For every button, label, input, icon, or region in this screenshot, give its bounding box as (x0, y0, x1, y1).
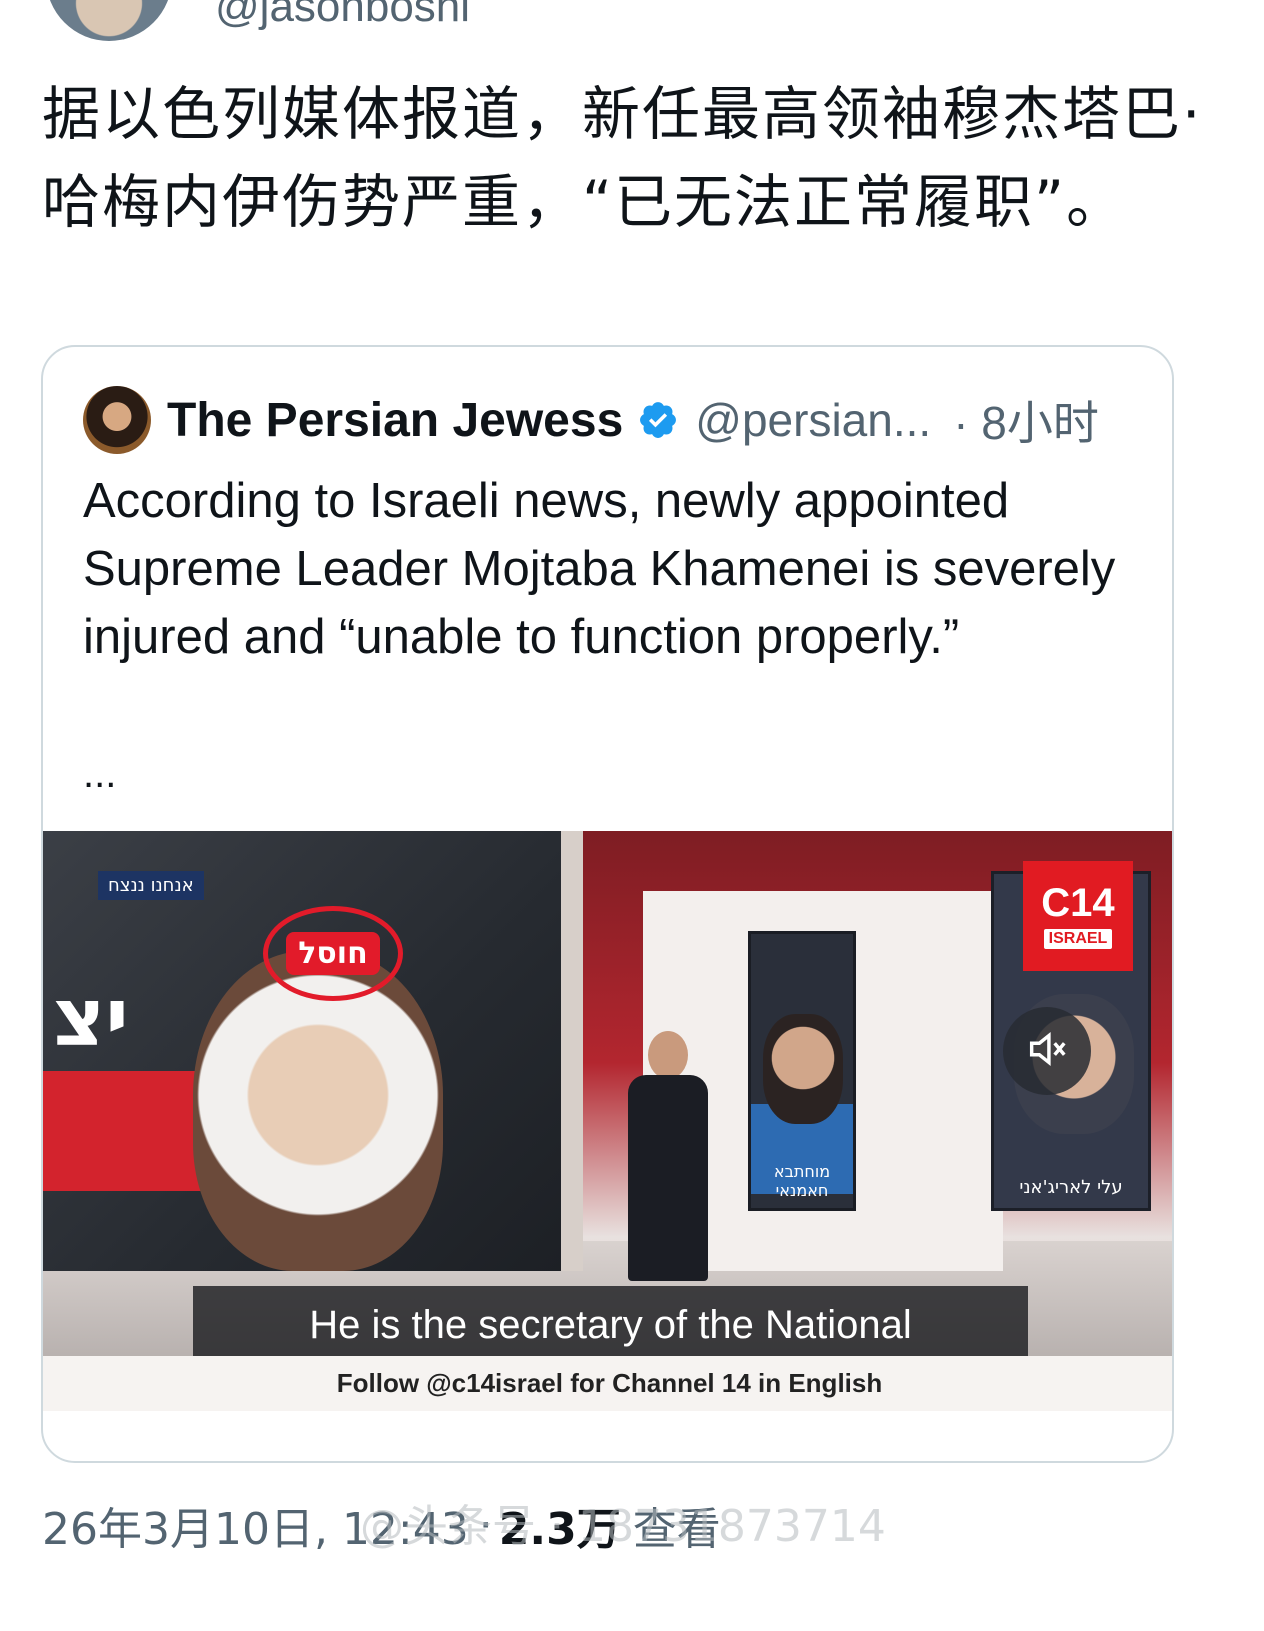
quoted-tweet-card[interactable]: The Persian Jewess @persian... · 8小时 Acc… (41, 345, 1174, 1463)
watermark: @头条号 · 18731873714 (360, 1501, 886, 1552)
video-subtitle: He is the secretary of the National (193, 1286, 1028, 1364)
eliminated-stamp: חוסל (263, 906, 403, 1001)
quoted-author-avatar[interactable] (83, 386, 151, 454)
stamp-label: חוסל (286, 932, 380, 975)
video-follow-bar: Follow @c14israel for Channel 14 in Engl… (43, 1356, 1172, 1411)
c14-logo: C14 ISRAEL (1023, 861, 1133, 971)
quoted-author-handle[interactable]: @persian... (695, 393, 931, 447)
mute-toggle-button[interactable] (1003, 1007, 1091, 1095)
top-author-row: @jasonboshi (0, 0, 1264, 55)
author-handle[interactable]: @jasonboshi (215, 0, 470, 32)
quoted-tweet-text: According to Israeli news, newly appoint… (83, 474, 1116, 664)
c14-logo-main: C14 (1041, 881, 1115, 925)
anchor-head (648, 1031, 688, 1079)
poster-2-caption: עלי לאריג'אני (1019, 1177, 1123, 1198)
show-more-ellipsis[interactable]: ... (83, 752, 116, 797)
muted-speaker-icon (1024, 1026, 1070, 1076)
verified-badge-icon (637, 399, 679, 441)
quoted-tweet-header: The Persian Jewess @persian... · 8小时 (83, 385, 1143, 455)
news-anchor (623, 1031, 713, 1281)
screen-tag: אנחנו ננצח (98, 871, 204, 900)
poster-1-caption: מוחתבא חאמנאי (773, 1162, 831, 1200)
portrait-poster-1: מוחתבא חאמנאי (748, 931, 856, 1211)
quoted-author-name[interactable]: The Persian Jewess (167, 393, 623, 448)
studio-screen: אנחנו ננצח יצ חוסל (43, 831, 583, 1271)
poster-1-face (763, 1014, 843, 1124)
author-avatar[interactable] (46, 0, 172, 41)
follow-text: Follow @c14israel for Channel 14 in Engl… (336, 1368, 883, 1398)
screen-hebrew-text: יצ (53, 971, 129, 1064)
tweet-text: 据以色列媒体报道，新任最高领袖穆杰塔巴·哈梅内伊伤势严重，“已无法正常履职”。 (42, 80, 1203, 236)
anchor-body (628, 1075, 708, 1281)
c14-logo-sub: ISRAEL (1043, 929, 1113, 949)
video-player[interactable]: אנחנו ננצח יצ חוסל מוחתבא חאמנאי עלי לאר… (43, 831, 1172, 1411)
quoted-tweet-time[interactable]: · 8小时 (953, 387, 1099, 453)
